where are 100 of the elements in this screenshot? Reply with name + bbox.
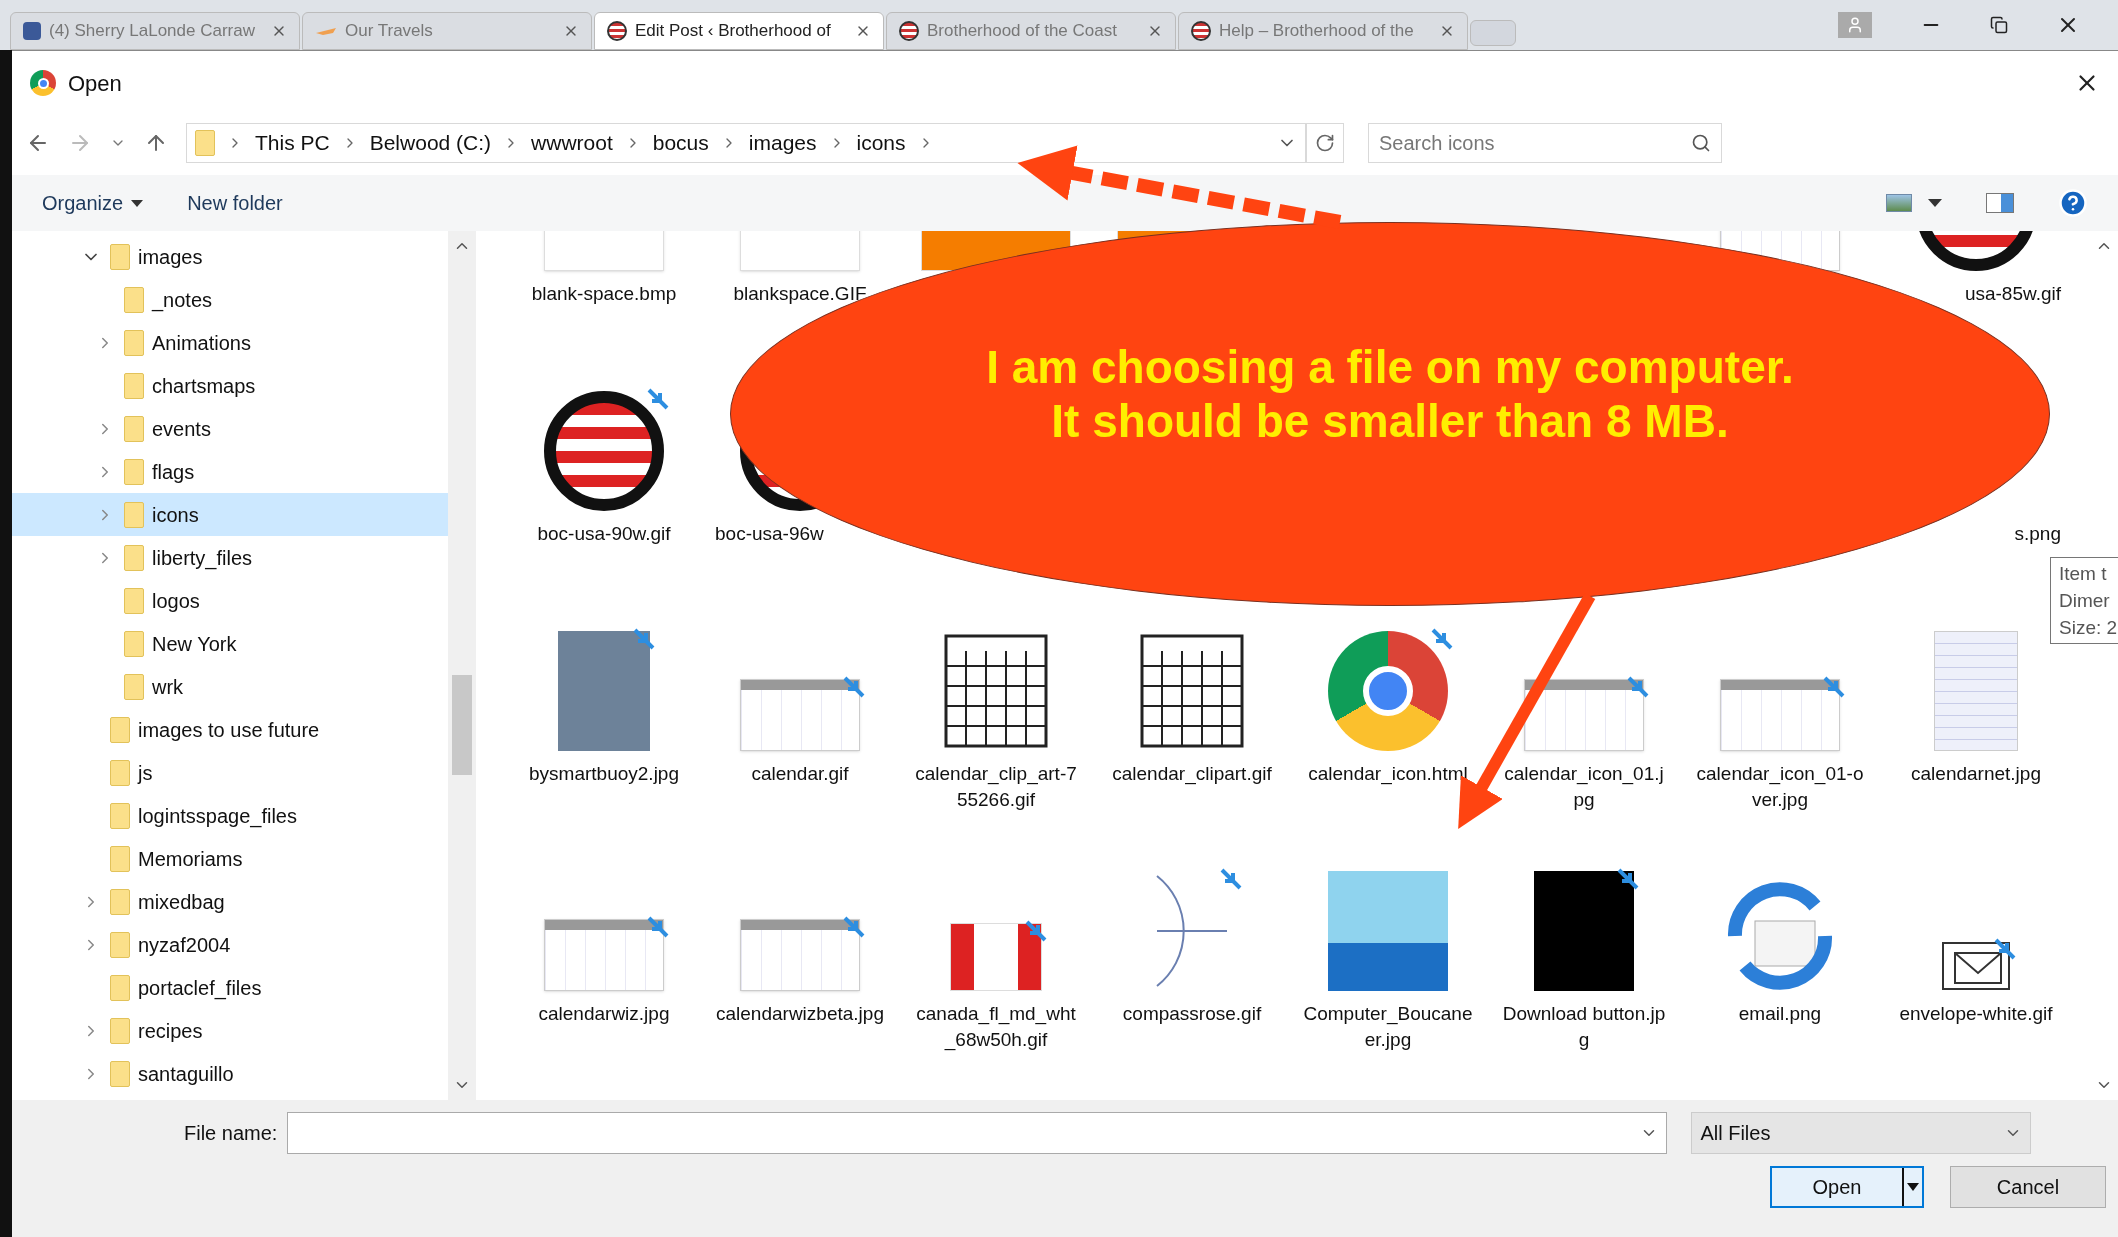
dialog-title: Open xyxy=(68,69,123,98)
file-type-select[interactable]: All Files xyxy=(1691,1112,2032,1154)
tree-item[interactable]: New York xyxy=(12,622,448,665)
folder-icon xyxy=(110,1017,130,1044)
folder-name: liberty_files xyxy=(152,545,253,572)
address-bar[interactable]: This PC Belwood (C:) wwwroot bocus images icons xyxy=(186,123,1306,163)
tree-item[interactable]: images xyxy=(12,235,448,278)
file-name[interactable]: calendar_icon_01.jpg xyxy=(1499,761,1669,813)
folder-name: events xyxy=(152,416,211,442)
folder-name: images to use future xyxy=(138,717,320,743)
tree-item[interactable]: santaguillo xyxy=(12,1052,448,1095)
folder-name: New York xyxy=(152,631,237,657)
tree-item[interactable]: liberty_files xyxy=(12,536,448,579)
caret-icon[interactable] xyxy=(1928,199,1942,207)
file-name[interactable]: calendarnet.jpg xyxy=(1911,761,2041,787)
folder-icon xyxy=(110,974,130,1001)
file-name[interactable]: calendar_icon_01-over.jpg xyxy=(1695,761,1865,813)
file-name[interactable]: blank-space.bmp xyxy=(531,281,677,307)
folder-icon xyxy=(124,544,144,571)
folder-name: _notes xyxy=(152,287,213,314)
file-name[interactable]: Computer_Boucaneer.jpg xyxy=(1303,1001,1473,1053)
folder-icon xyxy=(195,130,215,156)
file-name[interactable]: Download button.jpg xyxy=(1499,1001,1669,1053)
tree-item[interactable]: mixedbag xyxy=(12,880,448,923)
caret-icon xyxy=(131,199,144,207)
folder-name: flags xyxy=(152,459,195,485)
folder-icon xyxy=(110,931,130,958)
folder-icon xyxy=(110,802,130,829)
tab-title: Brotherhood of the Coast xyxy=(927,20,1118,43)
breadcrumb[interactable]: wwwroot xyxy=(531,127,613,159)
tree-item[interactable]: recipes xyxy=(12,1009,448,1052)
tree-item[interactable]: events xyxy=(12,407,448,450)
person-icon xyxy=(1846,16,1864,34)
folder-icon xyxy=(124,673,144,700)
tree-item[interactable]: _notes xyxy=(12,278,448,321)
file-name-field[interactable] xyxy=(287,1112,1668,1154)
chrome-logo-icon xyxy=(30,70,56,96)
tree-item[interactable]: flags xyxy=(12,450,448,493)
search-field[interactable]: Search icons xyxy=(1368,123,1722,163)
file-name[interactable]: envelope-white.gif xyxy=(1899,1001,2053,1027)
file-name[interactable]: compassrose.gif xyxy=(1122,1001,1262,1027)
refresh-button[interactable] xyxy=(1306,123,1344,163)
help-icon[interactable] xyxy=(2058,188,2088,218)
folder-name: icons xyxy=(152,502,199,528)
file-name-label: File name: xyxy=(184,1121,278,1146)
breadcrumb[interactable]: images xyxy=(748,127,817,159)
tab-title: Help – Brotherhood of the xyxy=(1219,20,1415,43)
file-name[interactable]: email.png xyxy=(1738,1001,1822,1027)
breadcrumb[interactable]: bocus xyxy=(652,127,709,159)
folder-icon xyxy=(110,888,130,915)
tree-item[interactable]: images to use future xyxy=(12,708,448,751)
folder-icon xyxy=(124,501,144,528)
folder-icon xyxy=(110,716,130,743)
caret-icon[interactable] xyxy=(1907,1183,1919,1191)
tree-item[interactable]: js xyxy=(12,751,448,794)
search-icon[interactable] xyxy=(1691,133,1711,153)
tree-item[interactable]: wrk xyxy=(12,665,448,708)
breadcrumb[interactable]: Belwood (C:) xyxy=(369,127,492,159)
folder-icon xyxy=(110,845,130,872)
tree-item[interactable]: icons xyxy=(12,493,448,536)
breadcrumb[interactable]: icons xyxy=(856,127,906,159)
file-name[interactable]: calendar.gif xyxy=(751,761,849,787)
new-folder-button[interactable]: New folder xyxy=(187,188,283,218)
tooltip-line: Size: 2 xyxy=(2059,616,2118,640)
file-name[interactable]: boc-usa-90w.gif xyxy=(537,521,671,547)
tree-item[interactable]: Animations xyxy=(12,321,448,364)
folder-icon xyxy=(124,329,144,356)
folder-icon xyxy=(110,759,130,786)
folder-icon xyxy=(110,1060,130,1087)
seal-icon xyxy=(607,21,627,41)
folder-icon xyxy=(124,415,144,442)
folder-name: santaguillo xyxy=(138,1061,234,1087)
file-name[interactable]: calendar_icon.html xyxy=(1308,761,1468,787)
restore-icon[interactable] xyxy=(1990,16,2008,34)
open-button[interactable]: Open xyxy=(1770,1166,1924,1208)
folder-icon xyxy=(124,630,144,657)
tree-item[interactable]: logintsspage_files xyxy=(12,794,448,837)
tree-item[interactable]: nyzaf2004 xyxy=(12,923,448,966)
scrollbar-thumb[interactable] xyxy=(452,675,472,775)
scrollbar[interactable] xyxy=(448,231,476,1100)
tree-item[interactable]: Memoriams xyxy=(12,837,448,880)
tab-title: Edit Post ‹ Brotherhood of xyxy=(635,20,832,43)
breadcrumb[interactable]: This PC xyxy=(255,127,330,159)
folder-name: logos xyxy=(152,588,200,614)
tree-item[interactable]: chartsmaps xyxy=(12,364,448,407)
seal-icon xyxy=(1191,21,1211,41)
search-input[interactable]: Search icons xyxy=(1379,128,1691,158)
organize-button[interactable]: Organize xyxy=(42,188,144,218)
file-name[interactable]: bysmartbuoy2.jpg xyxy=(529,761,679,787)
file-name[interactable]: calendar_clip_art-755266.gif xyxy=(911,761,1081,813)
folder-icon xyxy=(124,372,144,399)
cancel-button[interactable]: Cancel xyxy=(1950,1166,2106,1208)
file-name[interactable]: calendarwiz.jpg xyxy=(538,1001,670,1027)
tree-item[interactable]: logos xyxy=(12,579,448,622)
file-name[interactable]: calendar_clipart.gif xyxy=(1112,761,1272,787)
tree-item[interactable]: portaclef_files xyxy=(12,966,448,1009)
file-name[interactable]: calendarwizbeta.jpg xyxy=(716,1001,884,1027)
file-name[interactable]: canada_fl_md_wht_68w50h.gif xyxy=(911,1001,1081,1053)
preview-pane-icon[interactable] xyxy=(1986,193,2014,213)
browser-tab[interactable]: Edit Post ‹ Brotherhood of xyxy=(594,12,884,50)
